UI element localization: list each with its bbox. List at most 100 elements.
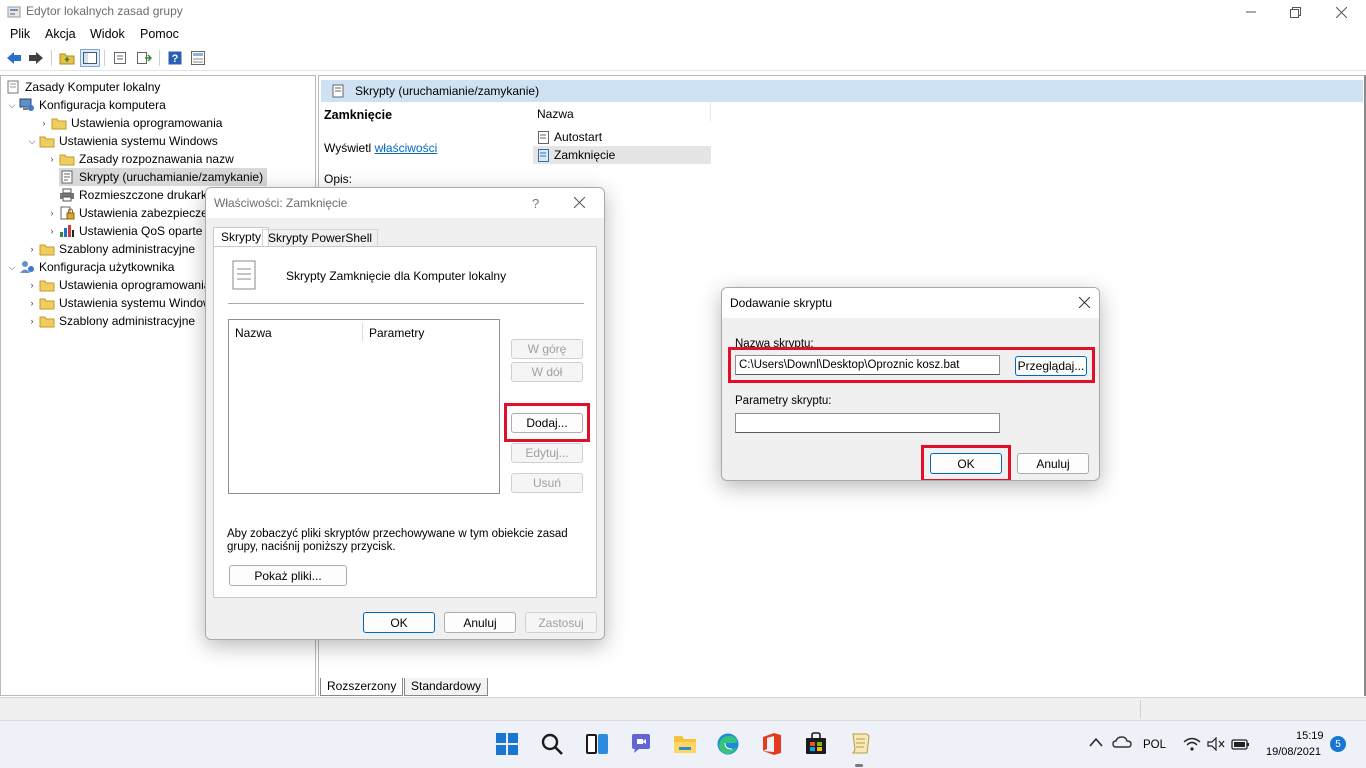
back-arrow-icon[interactable] bbox=[4, 49, 24, 67]
tree-item-software-settings[interactable]: › Ustawienia oprogramowania bbox=[37, 114, 223, 132]
store-icon[interactable] bbox=[801, 729, 831, 759]
printer-icon bbox=[59, 187, 75, 203]
tab-scripts[interactable]: Skrypty bbox=[213, 227, 270, 247]
tree-item-user-admin[interactable]: › Szablony administracyjne bbox=[25, 312, 196, 330]
view-tabs: Rozszerzony Standardowy bbox=[318, 678, 1366, 696]
list-item-autostart[interactable]: Autostart bbox=[533, 128, 711, 146]
forward-arrow-icon[interactable] bbox=[26, 49, 46, 67]
office-icon[interactable] bbox=[757, 729, 787, 759]
folder-icon bbox=[39, 133, 55, 149]
tab-standard[interactable]: Standardowy bbox=[404, 678, 489, 696]
export-list-icon[interactable] bbox=[134, 49, 154, 67]
tree-item-user-windows[interactable]: › Ustawienia systemu Windows bbox=[25, 294, 218, 312]
tab-extended[interactable]: Rozszerzony bbox=[320, 678, 404, 696]
dialog-title: Dodawanie skryptu bbox=[730, 296, 833, 310]
edit-button[interactable]: Edytuj... bbox=[511, 443, 583, 463]
highlight-add bbox=[504, 403, 590, 442]
chevron-right-icon[interactable]: › bbox=[25, 314, 39, 328]
edge-icon[interactable] bbox=[713, 729, 743, 759]
list-column-header[interactable]: Nazwa bbox=[533, 101, 711, 121]
notification-badge[interactable]: 5 bbox=[1330, 736, 1346, 752]
chevron-right-icon[interactable]: › bbox=[45, 224, 59, 238]
cancel-button[interactable]: Anuluj bbox=[444, 612, 516, 633]
properties-dialog: Właściwości: Zamknięcie ? Skrypty Skrypt… bbox=[205, 187, 605, 640]
clock-date[interactable]: 19/08/2021 bbox=[1266, 746, 1321, 758]
chevron-right-icon[interactable]: › bbox=[25, 242, 39, 256]
col-header-name[interactable]: Nazwa bbox=[235, 326, 272, 340]
move-up-button[interactable]: W górę bbox=[511, 339, 583, 359]
properties-icon[interactable] bbox=[110, 49, 130, 67]
menu-bar: Plik Akcja Widok Pomoc bbox=[0, 24, 1366, 45]
script-icon bbox=[537, 130, 550, 144]
menu-plik[interactable]: Plik bbox=[7, 26, 33, 42]
remove-button[interactable]: Usuń bbox=[511, 473, 583, 493]
tree-item-admin-templates[interactable]: › Szablony administracyjne bbox=[25, 240, 196, 258]
maximize-button[interactable] bbox=[1272, 0, 1318, 24]
dialog-title: Właściwości: Zamknięcie bbox=[214, 196, 348, 210]
file-explorer-icon[interactable] bbox=[670, 729, 700, 759]
search-icon[interactable] bbox=[537, 729, 567, 759]
chevron-down-icon[interactable]: ⌵ bbox=[5, 260, 19, 274]
show-files-button[interactable]: Pokaż pliki... bbox=[229, 565, 347, 586]
tree-item-qos[interactable]: › Ustawienia QoS oparte bbox=[45, 222, 203, 240]
tree-item-computer-config[interactable]: ⌵ Konfiguracja komputera bbox=[5, 96, 166, 114]
properties-link[interactable]: właściwości bbox=[375, 141, 438, 155]
menu-widok[interactable]: Widok bbox=[87, 26, 128, 42]
close-icon[interactable] bbox=[574, 197, 585, 208]
add-script-dialog: Dodawanie skryptu Nazwa skryptu: C:\User… bbox=[721, 287, 1100, 481]
scripts-list[interactable]: Nazwa Parametry bbox=[228, 319, 500, 494]
up-folder-icon[interactable] bbox=[57, 49, 77, 67]
help-icon[interactable]: ? bbox=[532, 196, 539, 211]
list-item-shutdown[interactable]: Zamknięcie bbox=[533, 146, 711, 164]
chevron-right-icon[interactable]: › bbox=[45, 206, 59, 220]
chevron-down-icon[interactable]: ⌵ bbox=[5, 98, 19, 112]
tree-item-user-config[interactable]: ⌵ Konfiguracja użytkownika bbox=[5, 258, 175, 276]
script-params-input[interactable] bbox=[735, 413, 1000, 433]
tree-item-scripts[interactable]: Skrypty (uruchamianie/zamykanie) bbox=[59, 168, 268, 186]
minimize-button[interactable] bbox=[1228, 0, 1274, 24]
start-icon[interactable] bbox=[492, 729, 522, 759]
battery-icon[interactable] bbox=[1231, 737, 1251, 751]
folder-icon bbox=[51, 115, 67, 131]
menu-akcja[interactable]: Akcja bbox=[42, 26, 79, 42]
chevron-right-icon[interactable]: › bbox=[25, 278, 39, 292]
svg-text:?: ? bbox=[172, 53, 179, 65]
section-title: Zamknięcie bbox=[324, 108, 393, 122]
tree-item-windows-settings[interactable]: ⌵ Ustawienia systemu Windows bbox=[25, 132, 218, 150]
chevron-right-icon[interactable]: › bbox=[37, 116, 51, 130]
cancel-button[interactable]: Anuluj bbox=[1017, 453, 1089, 474]
folder-icon bbox=[39, 277, 55, 293]
close-icon[interactable] bbox=[1079, 297, 1090, 308]
chevron-right-icon[interactable]: › bbox=[45, 152, 59, 166]
clock-time[interactable]: 15:19 bbox=[1296, 730, 1324, 742]
chevron-right-icon[interactable]: › bbox=[25, 296, 39, 310]
col-header-params[interactable]: Parametry bbox=[369, 326, 424, 340]
language-indicator[interactable]: POL bbox=[1143, 739, 1166, 751]
move-down-button[interactable]: W dół bbox=[511, 362, 583, 382]
wifi-icon[interactable] bbox=[1183, 737, 1201, 751]
view-icon[interactable] bbox=[188, 49, 208, 67]
menu-pomoc[interactable]: Pomoc bbox=[137, 26, 182, 42]
chevron-down-icon[interactable]: ⌵ bbox=[25, 134, 39, 148]
computer-icon bbox=[19, 97, 35, 113]
show-hide-tree-icon[interactable] bbox=[80, 49, 100, 67]
ok-button[interactable]: OK bbox=[363, 612, 435, 633]
tree-item-printers[interactable]: Rozmieszczone drukarki bbox=[59, 186, 210, 204]
gpedit-taskbar-icon[interactable] bbox=[845, 729, 875, 759]
tree-item-name-resolution[interactable]: › Zasady rozpoznawania nazw bbox=[45, 150, 234, 168]
volume-muted-icon[interactable] bbox=[1207, 737, 1225, 751]
tab-powershell[interactable]: Skrypty PowerShell bbox=[262, 229, 379, 247]
folder-icon bbox=[39, 295, 55, 311]
tree-item-root[interactable]: Zasady Komputer lokalny bbox=[5, 78, 160, 96]
chevron-up-icon[interactable] bbox=[1089, 737, 1103, 747]
task-view-icon[interactable] bbox=[582, 729, 612, 759]
chat-icon[interactable] bbox=[626, 729, 656, 759]
tree-item-security-settings[interactable]: › Ustawienia zabezpieczeń bbox=[45, 204, 215, 222]
help-icon[interactable]: ? bbox=[165, 49, 185, 67]
close-window-button[interactable] bbox=[1318, 0, 1364, 24]
apply-button[interactable]: Zastosuj bbox=[525, 612, 597, 633]
script-params-label: Parametry skryptu: bbox=[735, 395, 832, 407]
app-icon bbox=[7, 5, 21, 19]
onedrive-icon[interactable] bbox=[1112, 735, 1132, 749]
tree-item-user-software[interactable]: › Ustawienia oprogramowania bbox=[25, 276, 211, 294]
